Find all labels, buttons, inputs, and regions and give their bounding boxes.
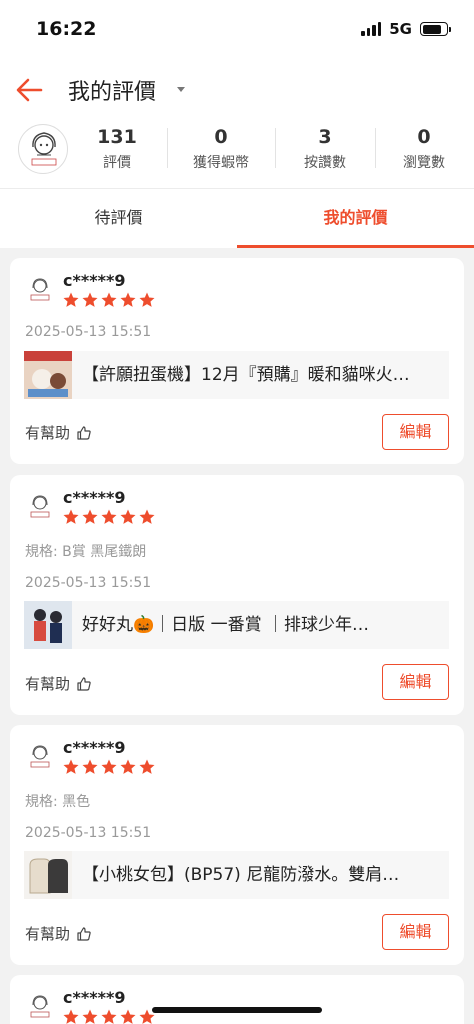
tab-my-reviews[interactable]: 我的評價	[237, 189, 474, 249]
divider	[275, 128, 276, 168]
edit-review-button[interactable]: 編輯	[382, 414, 449, 450]
star-icon	[82, 759, 98, 774]
stat-likes[interactable]: 3 按讚數	[280, 126, 370, 172]
variant-spec: 規格: B賞 黑尾鐵朗	[25, 544, 147, 560]
review-tabs: 待評價 我的評價	[0, 188, 474, 248]
reviewer-avatar-icon[interactable]	[24, 491, 56, 523]
reviewer-username: c*****9	[63, 738, 126, 757]
star-icon	[120, 509, 136, 524]
reviewed-product[interactable]: 【小桃女包】(BP57) 尼龍防潑水。雙肩…	[24, 851, 449, 899]
stats-bar: 131 評價 0 獲得蝦幣 3 按讚數 0 瀏覽數	[0, 120, 474, 188]
thumbs-up-icon	[77, 676, 91, 691]
review-card: c*****9 規格: B賞 黑尾鐵朗 2025-05-13 15:51 好好丸…	[10, 475, 464, 715]
stat-value: 0	[417, 126, 431, 148]
star-icon	[82, 292, 98, 307]
thumbs-up-icon	[77, 926, 91, 941]
star-icon	[120, 292, 136, 307]
battery-icon	[420, 22, 451, 36]
tab-to-review[interactable]: 待評價	[0, 189, 237, 249]
review-date: 2025-05-13 15:51	[25, 575, 152, 591]
helpful-label: 有幫助	[25, 424, 71, 442]
reviewer-avatar-icon[interactable]	[24, 274, 56, 306]
reviewer-avatar-icon[interactable]	[24, 741, 56, 773]
review-date: 2025-05-13 15:51	[25, 324, 152, 340]
page-title: 我的評價	[68, 80, 157, 105]
reviewer-username: c*****9	[63, 988, 126, 1007]
back-arrow-icon[interactable]	[14, 75, 44, 105]
product-title: 【許願扭蛋機】12月『預購』暖和貓咪火…	[82, 365, 410, 385]
star-icon	[63, 292, 79, 307]
variant-spec: 規格: 黑色	[25, 794, 91, 810]
star-icon	[120, 759, 136, 774]
helpful-button[interactable]: 有幫助	[25, 673, 92, 694]
star-icon	[63, 509, 79, 524]
stat-label: 獲得蝦幣	[193, 155, 249, 171]
product-thumbnail-icon	[24, 351, 72, 399]
reviewer-username: c*****9	[63, 271, 126, 290]
helpful-label: 有幫助	[25, 925, 71, 943]
divider	[375, 128, 376, 168]
home-indicator	[152, 1007, 322, 1013]
star-icon	[101, 1009, 117, 1024]
stat-coins[interactable]: 0 獲得蝦幣	[176, 126, 266, 172]
stat-value: 3	[318, 126, 332, 148]
signal-icon	[361, 22, 382, 36]
review-card: c*****9	[10, 975, 464, 1024]
helpful-button[interactable]: 有幫助	[25, 422, 92, 443]
status-icons: 5G	[361, 20, 451, 38]
star-icon	[63, 1009, 79, 1024]
dropdown-caret-icon[interactable]	[177, 87, 185, 92]
rating-stars	[62, 291, 156, 309]
star-icon	[63, 759, 79, 774]
rating-stars	[62, 758, 156, 776]
star-icon	[82, 1009, 98, 1024]
edit-review-button[interactable]: 編輯	[382, 664, 449, 700]
product-title: 好好丸🎃｜日版 一番賞 ｜排球少年…	[82, 615, 369, 635]
star-icon	[82, 509, 98, 524]
star-icon	[101, 509, 117, 524]
avatar-illustration-icon	[31, 132, 57, 166]
stat-value: 131	[97, 126, 137, 148]
reviewer-username: c*****9	[63, 488, 126, 507]
product-title: 【小桃女包】(BP57) 尼龍防潑水。雙肩…	[82, 865, 400, 885]
star-icon	[139, 292, 155, 307]
star-icon	[101, 292, 117, 307]
stat-label: 評價	[103, 155, 131, 171]
edit-review-button[interactable]: 編輯	[382, 914, 449, 950]
stat-label: 按讚數	[304, 155, 346, 171]
stat-label: 瀏覽數	[403, 155, 445, 171]
stat-reviews[interactable]: 131 評價	[72, 126, 162, 172]
product-thumbnail-icon	[24, 851, 72, 899]
helpful-label: 有幫助	[25, 675, 71, 693]
stat-views[interactable]: 0 瀏覽數	[379, 126, 469, 172]
rating-stars	[62, 508, 156, 526]
avatar[interactable]	[18, 124, 68, 174]
product-thumbnail-icon	[24, 601, 72, 649]
status-time: 16:22	[36, 18, 97, 40]
reviewer-avatar-icon[interactable]	[24, 991, 56, 1023]
rating-stars	[62, 1008, 156, 1024]
active-tab-indicator	[237, 245, 474, 248]
thumbs-up-icon	[77, 425, 91, 440]
review-card: c*****9 規格: 黑色 2025-05-13 15:51 【小桃女包】(B…	[10, 725, 464, 965]
network-label: 5G	[389, 20, 412, 38]
stat-value: 0	[214, 126, 228, 148]
star-icon	[139, 759, 155, 774]
star-icon	[101, 759, 117, 774]
review-card: c*****9 2025-05-13 15:51 【許願扭蛋機】12月『預購』暖…	[10, 258, 464, 464]
status-bar: 16:22 5G	[0, 0, 474, 60]
star-icon	[120, 1009, 136, 1024]
reviewed-product[interactable]: 好好丸🎃｜日版 一番賞 ｜排球少年…	[24, 601, 449, 649]
page-header: 我的評價	[0, 60, 474, 120]
review-date: 2025-05-13 15:51	[25, 825, 152, 841]
star-icon	[139, 509, 155, 524]
divider	[167, 128, 168, 168]
reviewed-product[interactable]: 【許願扭蛋機】12月『預購』暖和貓咪火…	[24, 351, 449, 399]
helpful-button[interactable]: 有幫助	[25, 923, 92, 944]
